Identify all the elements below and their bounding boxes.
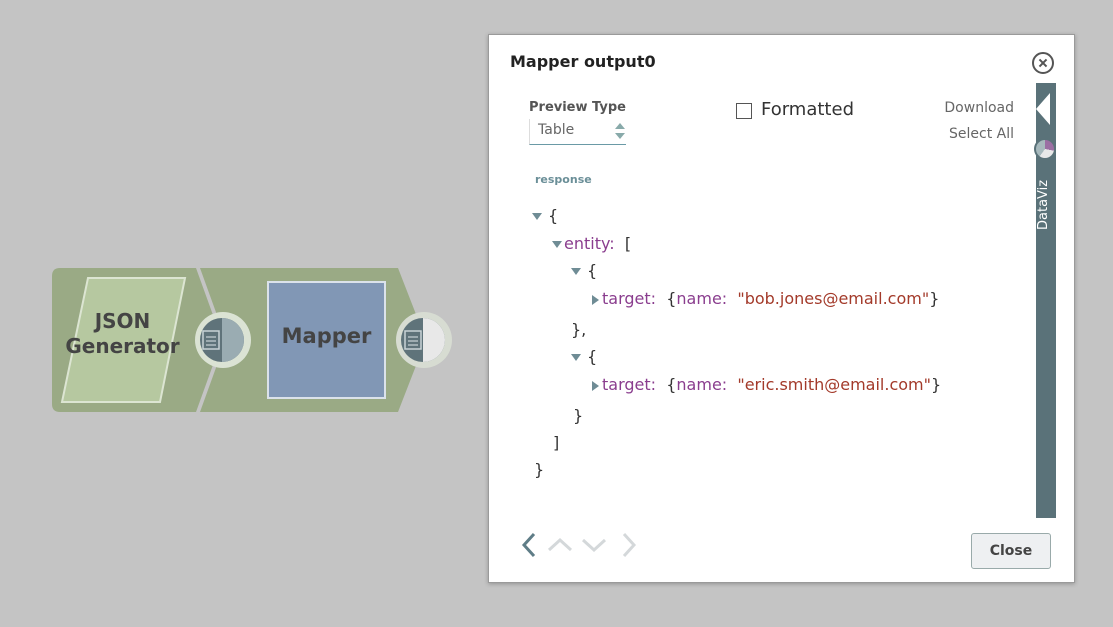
chevron-down-icon[interactable]	[579, 530, 609, 560]
close-icon[interactable]	[1032, 52, 1054, 74]
json-target-row: target: {name: "eric.smith@email.com"}	[592, 375, 941, 395]
json-key: name:	[676, 289, 728, 308]
json-root-close: }	[534, 460, 545, 479]
json-tree: { entity: [ { target: {name: "bob.jones@…	[489, 35, 1029, 515]
json-key: target:	[602, 375, 657, 394]
json-item-open: {	[571, 347, 597, 367]
json-generator-label-line1: JSON	[94, 309, 151, 333]
json-item-close: },	[571, 320, 587, 339]
json-generator-label[interactable]: JSON Generator	[60, 309, 185, 359]
collapse-triangle-icon[interactable]	[571, 268, 581, 275]
json-brace: {	[548, 206, 559, 225]
json-string-value: "bob.jones@email.com"	[737, 289, 930, 308]
pie-chart-icon[interactable]	[1034, 138, 1056, 160]
json-key: target:	[602, 289, 657, 308]
collapse-triangle-icon[interactable]	[571, 354, 581, 361]
chevron-up-icon[interactable]	[545, 530, 575, 560]
json-string-value: "eric.smith@email.com"	[737, 375, 931, 394]
dataviz-label[interactable]: DataViz	[1036, 165, 1056, 245]
json-entity-row: entity: [	[552, 234, 631, 254]
preview-dialog: Mapper output0 Preview Type Table Format…	[488, 34, 1075, 583]
pipeline-canvas: JSON Generator Mapper	[0, 0, 480, 623]
json-target-row: target: {name: "bob.jones@email.com"}	[592, 289, 939, 309]
json-generator-label-line2: Generator	[65, 334, 180, 358]
json-bracket-close: ]	[553, 433, 560, 452]
json-item-close: }	[573, 406, 584, 425]
collapse-triangle-icon[interactable]	[552, 241, 562, 248]
json-bracket: [	[624, 234, 632, 253]
json-root-open: {	[532, 206, 558, 226]
expand-triangle-icon[interactable]	[592, 294, 599, 305]
dataviz-toggle[interactable]	[1036, 83, 1056, 135]
json-item-open: {	[571, 261, 597, 281]
json-key: entity:	[564, 234, 615, 253]
json-brace: {	[587, 347, 598, 366]
chevron-left-icon[interactable]	[515, 530, 545, 560]
mapper-label[interactable]: Mapper	[268, 324, 385, 349]
collapse-triangle-icon[interactable]	[532, 213, 542, 220]
chevron-right-icon[interactable]	[613, 530, 643, 560]
json-key: name:	[676, 375, 728, 394]
close-button[interactable]: Close	[971, 533, 1051, 569]
json-brace: {	[587, 261, 598, 280]
expand-triangle-icon[interactable]	[592, 380, 599, 391]
